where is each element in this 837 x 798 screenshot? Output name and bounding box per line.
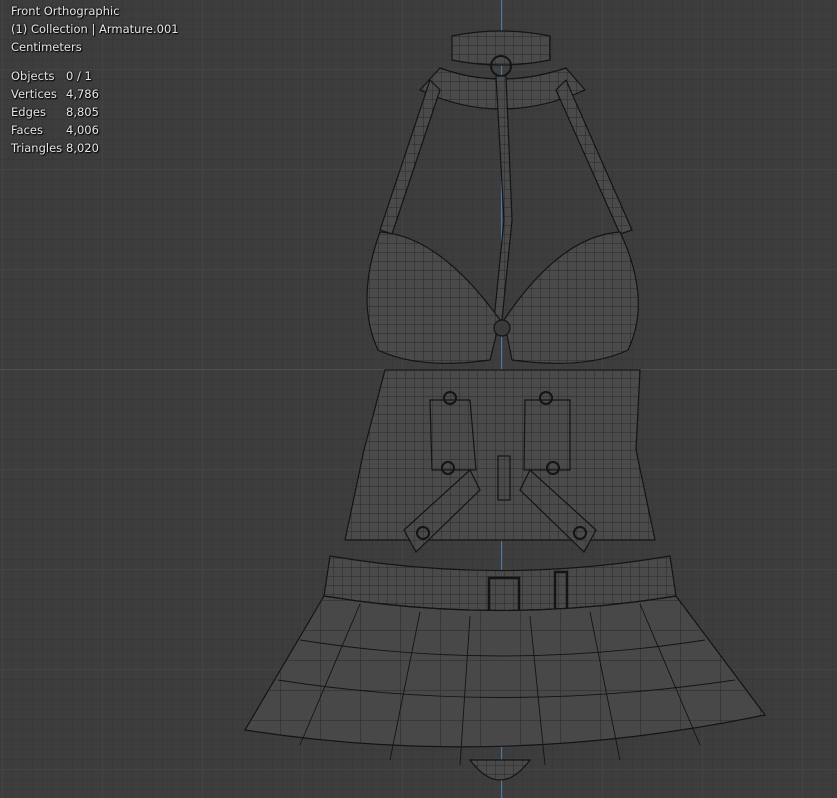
left-cup — [366, 231, 501, 364]
stat-row-triangles: Triangles 8,020 — [11, 139, 179, 157]
stat-label: Faces — [11, 123, 43, 137]
scene-stats: Objects 0 / 1 Vertices 4,786 Edges 8,805… — [11, 67, 179, 157]
stat-value: 4,786 — [66, 87, 99, 101]
stat-row-edges: Edges 8,805 — [11, 103, 179, 121]
belt — [323, 555, 677, 612]
stat-label: Vertices — [11, 87, 57, 101]
view-name: Front Orthographic — [11, 4, 120, 18]
stat-label: Triangles — [11, 141, 63, 155]
left-halter-strap — [379, 78, 441, 235]
stat-value: 8,020 — [66, 141, 99, 155]
viewport-info-overlay: Front Orthographic (1) Collection | Arma… — [11, 2, 179, 157]
bottom-piece — [468, 759, 532, 781]
stat-value: 0 / 1 — [66, 69, 92, 83]
stat-row-vertices: Vertices 4,786 — [11, 85, 179, 103]
right-cup — [503, 231, 639, 364]
center-strap — [493, 75, 513, 321]
stat-value: 4,006 — [66, 123, 99, 137]
stat-label: Objects — [11, 69, 55, 83]
stat-row-faces: Faces 4,006 — [11, 121, 179, 139]
skirt — [244, 595, 767, 748]
stat-row-objects: Objects 0 / 1 — [11, 67, 179, 85]
collar — [451, 30, 551, 66]
collection-line: (1) Collection | Armature.001 — [11, 22, 179, 36]
bodice — [344, 369, 656, 541]
3d-viewport[interactable]: Front Orthographic (1) Collection | Arma… — [0, 0, 837, 798]
units-label: Centimeters — [11, 40, 82, 54]
right-halter-strap — [555, 78, 633, 235]
stat-value: 8,805 — [66, 105, 99, 119]
stat-label: Edges — [11, 105, 46, 119]
